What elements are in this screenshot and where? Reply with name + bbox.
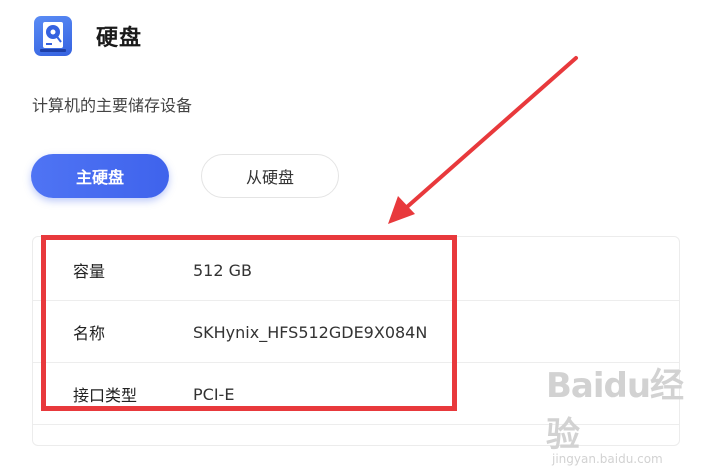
- watermark-url: jingyan.baidu.com: [552, 452, 663, 466]
- watermark-logo: Baidu经验: [546, 366, 684, 455]
- watermark: Baidu经验 jingyan.baidu.com: [546, 358, 712, 466]
